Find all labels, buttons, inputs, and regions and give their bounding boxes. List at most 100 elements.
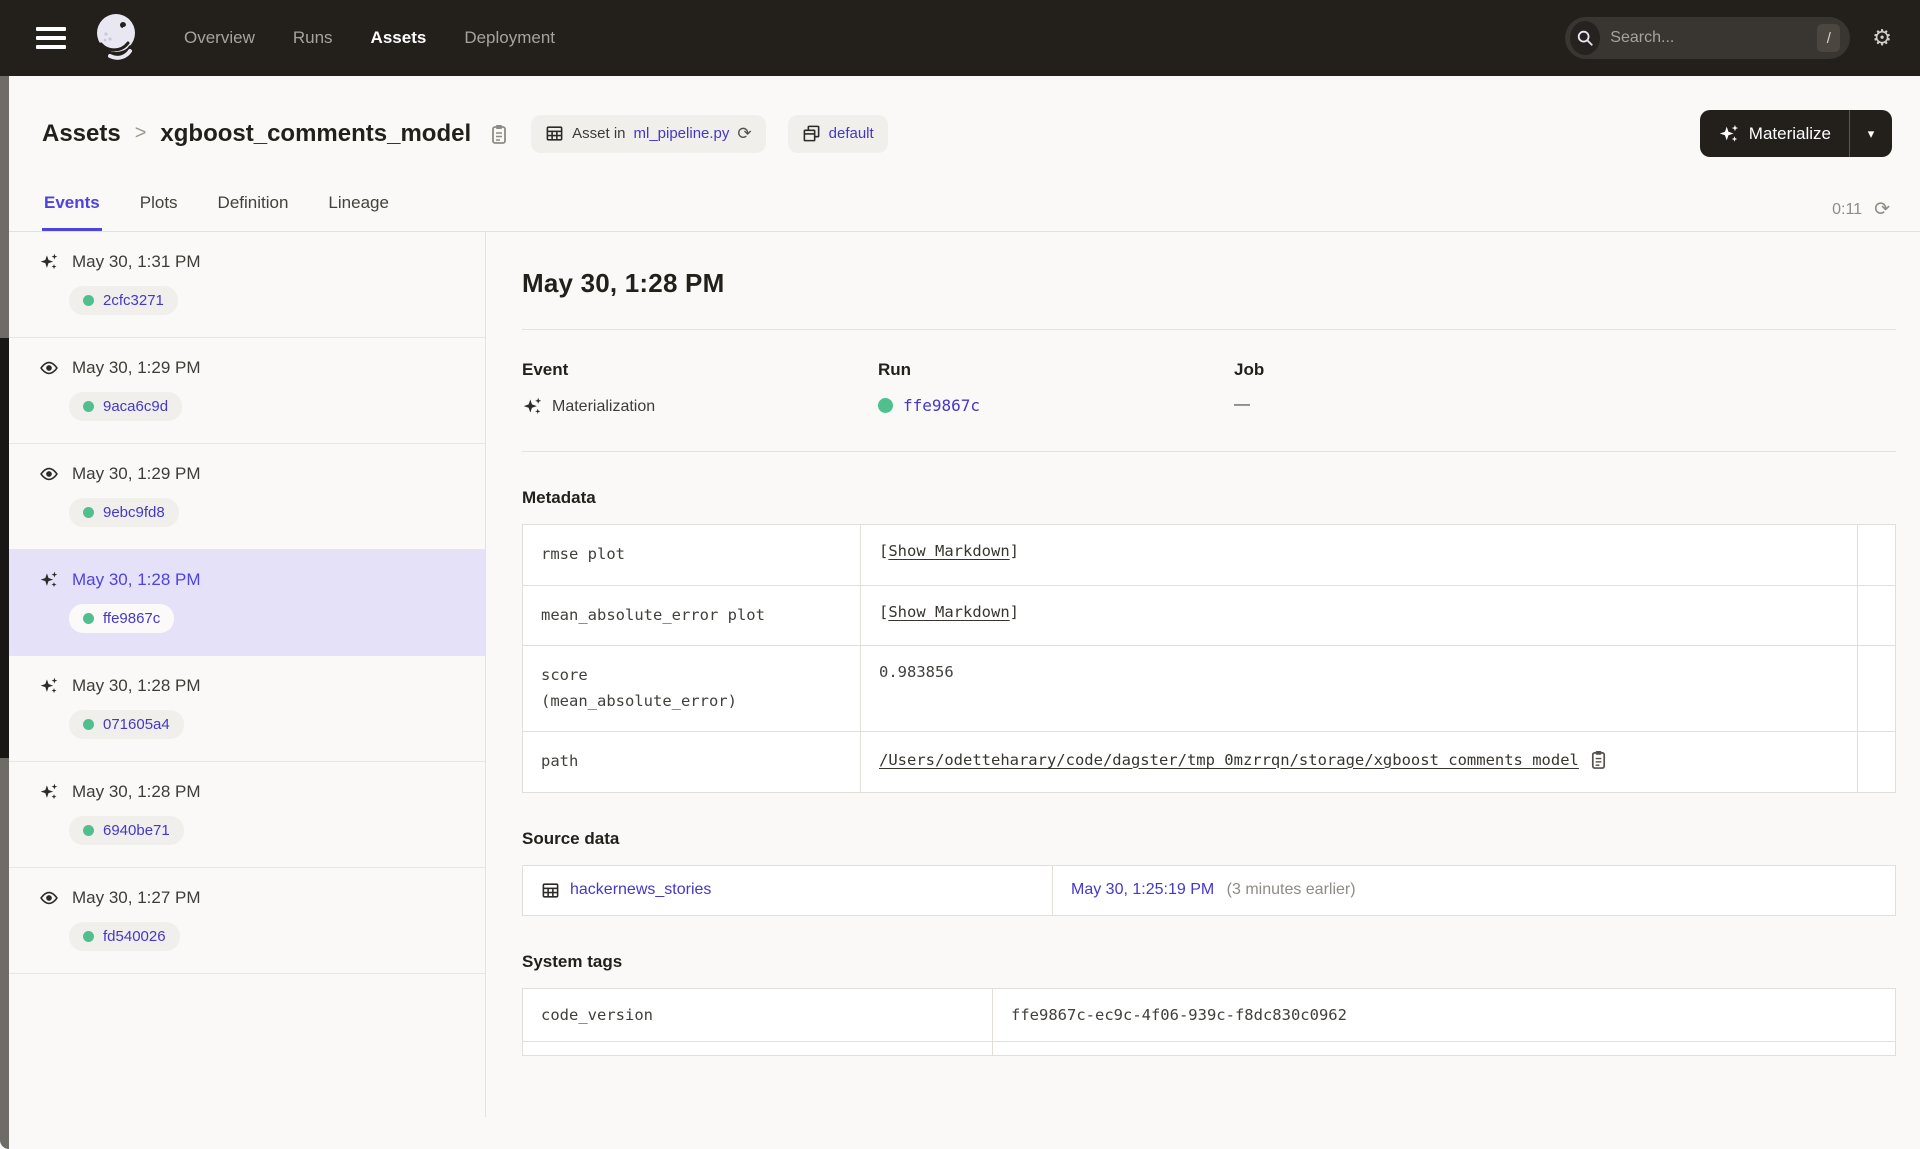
run-link[interactable]: 9ebc9fd8 — [103, 504, 165, 521]
asset-name: xgboost_comments_model — [160, 119, 472, 147]
path-link[interactable]: /Users/odetteharary/code/dagster/tmp_0mz… — [879, 751, 1579, 769]
tab-events[interactable]: Events — [42, 183, 102, 231]
table-icon — [545, 124, 564, 143]
run-status-dot — [83, 931, 94, 942]
table-icon — [541, 881, 560, 900]
repo-default-link[interactable]: default — [829, 125, 874, 142]
observation-eye-icon — [39, 464, 59, 484]
metadata-row-end-cell — [1857, 731, 1896, 793]
primary-nav: Overview Runs Assets Deployment — [184, 28, 555, 48]
sparkle-icon — [1719, 124, 1738, 142]
nav-runs[interactable]: Runs — [293, 28, 333, 48]
run-link[interactable]: fd540026 — [103, 928, 166, 945]
run-link[interactable]: 2cfc3271 — [103, 292, 164, 309]
event-list-item[interactable]: May 30, 1:29 PM 9ebc9fd8 — [9, 444, 485, 550]
event-list-item[interactable]: May 30, 1:31 PM 2cfc3271 — [9, 232, 485, 338]
event-list-item[interactable]: May 30, 1:28 PM 071605a4 — [9, 656, 485, 762]
materialize-button[interactable]: Materialize — [1700, 110, 1849, 157]
event-time: May 30, 1:28 PM — [72, 782, 201, 801]
hamburger-menu-icon[interactable] — [36, 27, 66, 49]
tab-lineage[interactable]: Lineage — [326, 183, 391, 231]
nav-deployment[interactable]: Deployment — [464, 28, 555, 48]
event-time: May 30, 1:27 PM — [72, 888, 201, 907]
event-list-item[interactable]: May 30, 1:28 PM 6940be71 — [9, 762, 485, 868]
system-tag-key: code_version — [522, 987, 993, 1042]
event-list-item[interactable]: May 30, 1:29 PM 9aca6c9d — [9, 338, 485, 444]
metadata-row-end-cell — [1857, 645, 1896, 733]
search-shortcut-badge: / — [1817, 24, 1841, 52]
run-link[interactable]: ffe9867c — [903, 396, 980, 415]
nav-assets[interactable]: Assets — [371, 28, 427, 48]
run-link[interactable]: 071605a4 — [103, 716, 170, 733]
run-link[interactable]: ffe9867c — [103, 610, 160, 627]
run-link[interactable]: 9aca6c9d — [103, 398, 168, 415]
copy-asset-name-icon[interactable] — [489, 123, 509, 145]
refresh-countdown: 0:11 — [1832, 200, 1863, 218]
source-timestamp-link[interactable]: May 30, 1:25:19 PM — [1071, 881, 1214, 898]
run-status-dot — [83, 401, 94, 412]
run-pill: 9ebc9fd8 — [69, 498, 179, 527]
run-pill: 071605a4 — [69, 710, 184, 739]
run-pill: 2cfc3271 — [69, 286, 178, 315]
show-markdown-link[interactable]: [Show Markdown] — [879, 542, 1019, 560]
event-time: May 30, 1:29 PM — [72, 358, 201, 377]
copy-path-icon[interactable] — [1589, 749, 1608, 770]
run-status-dot — [878, 398, 893, 413]
pipeline-file-link[interactable]: ml_pipeline.py — [634, 125, 730, 142]
materialization-sparkle-icon — [39, 570, 59, 590]
run-status-dot — [83, 825, 94, 836]
job-value: — — [1234, 396, 1250, 413]
source-data-heading: Source data — [522, 828, 620, 848]
source-data-row: hackernews_stories May 30, 1:25:19 PM (3… — [522, 864, 1896, 916]
left-edge-panel — [0, 76, 9, 1149]
refresh-icon[interactable]: ⟳ — [1874, 200, 1890, 219]
event-time: May 30, 1:31 PM — [72, 252, 201, 271]
breadcrumb-assets-link[interactable]: Assets — [42, 120, 121, 148]
show-markdown-link[interactable]: [Show Markdown] — [879, 603, 1019, 621]
system-tag-row: code_version ffe9867c-ec9c-4f06-939c-f8d… — [522, 987, 1896, 1042]
reload-location-icon[interactable]: ⟳ — [737, 125, 751, 142]
metadata-row: mean_absolute_error plot [Show Markdown] — [522, 584, 1896, 647]
event-detail-panel: May 30, 1:28 PM Event Materialization Ru… — [486, 232, 1920, 1117]
metadata-table: rmse plot [Show Markdown] mean_absolute_… — [522, 524, 1896, 793]
workspace-icon — [802, 124, 821, 143]
observation-eye-icon — [39, 888, 59, 908]
run-pill: 9aca6c9d — [69, 392, 183, 421]
run-status-dot — [83, 295, 94, 306]
gear-icon[interactable]: ⚙ — [1872, 27, 1892, 49]
search-box[interactable]: / — [1565, 17, 1851, 59]
tab-definition[interactable]: Definition — [216, 183, 291, 231]
source-asset-link[interactable]: hackernews_stories — [570, 881, 711, 899]
search-input[interactable] — [1610, 29, 1818, 47]
nav-overview[interactable]: Overview — [184, 28, 255, 48]
source-relative-time: (3 minutes earlier) — [1226, 881, 1356, 899]
run-link[interactable]: 6940be71 — [103, 822, 170, 839]
run-status-dot — [83, 507, 94, 518]
chevron-down-icon: ▾ — [1867, 125, 1875, 141]
run-pill: ffe9867c — [69, 604, 175, 633]
metadata-score-value: 0.983856 — [860, 645, 1858, 733]
system-tags-table: code_version ffe9867c-ec9c-4f06-939c-f8d… — [522, 987, 1896, 1056]
dagster-logo-icon[interactable] — [92, 12, 140, 64]
event-type-value: Materialization — [552, 397, 656, 415]
observation-eye-icon — [39, 358, 59, 378]
asset-tabs-row: Events Plots Definition Lineage 0:11 ⟳ — [0, 183, 1920, 232]
materialization-sparkle-icon — [39, 252, 59, 272]
top-nav-bar: Overview Runs Assets Deployment / ⚙ — [0, 0, 1920, 76]
materialization-sparkle-icon — [522, 396, 542, 417]
materialize-dropdown-button[interactable]: ▾ — [1850, 110, 1892, 157]
tab-plots[interactable]: Plots — [138, 183, 180, 231]
run-status-dot — [83, 719, 94, 730]
event-list-item[interactable]: May 30, 1:27 PM fd540026 — [9, 868, 485, 974]
breadcrumb: Assets > xgboost_comments_model — [42, 120, 509, 148]
repo-pill: default — [787, 114, 888, 153]
system-tag-row — [522, 1040, 1896, 1056]
asset-header-row: Assets > xgboost_comments_model Asset in… — [0, 76, 1920, 183]
metadata-row: score (mean_absolute_error) 0.983856 — [522, 645, 1896, 733]
job-column-label: Job — [1234, 360, 1265, 379]
materialize-button-group: Materialize ▾ — [1699, 110, 1892, 157]
event-detail-title: May 30, 1:28 PM — [522, 268, 725, 298]
event-list-item-selected[interactable]: May 30, 1:28 PM ffe9867c — [9, 550, 485, 656]
source-data-table: hackernews_stories May 30, 1:25:19 PM (3… — [522, 864, 1896, 916]
breadcrumb-separator: > — [134, 122, 147, 144]
